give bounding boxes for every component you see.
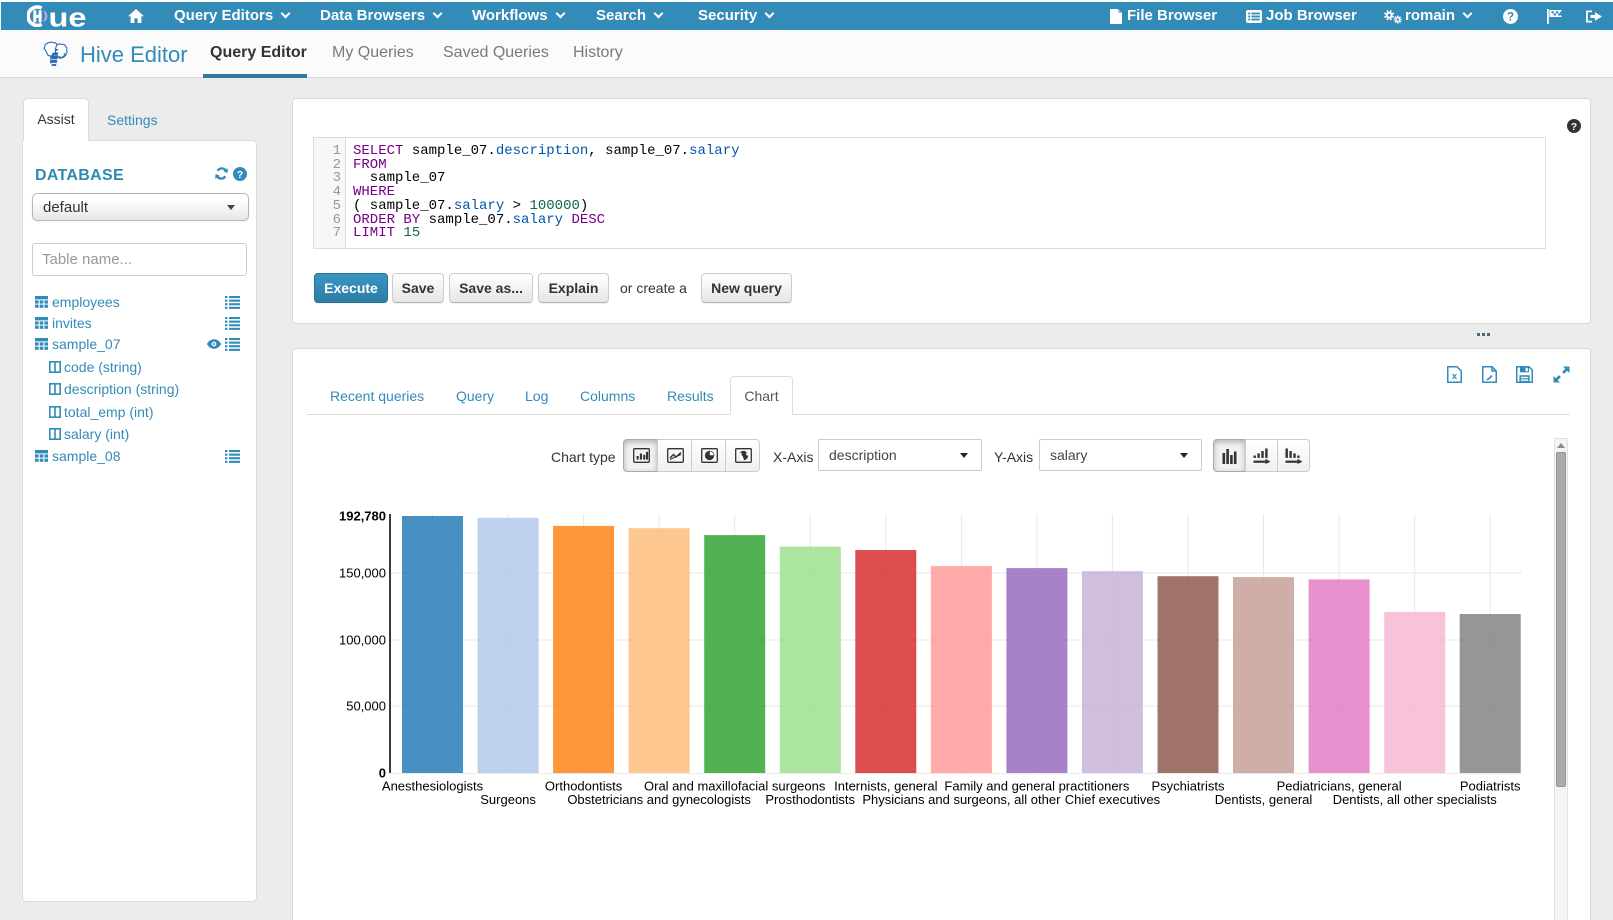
svg-text:Surgeons: Surgeons	[480, 792, 536, 807]
svg-text:192,780: 192,780	[339, 509, 386, 524]
svg-text:Obstetricians and gynecologist: Obstetricians and gynecologists	[567, 792, 751, 807]
svg-text:Physicians and surgeons, all o: Physicians and surgeons, all other	[862, 792, 1061, 807]
svg-text:Podiatrists: Podiatrists	[1460, 779, 1521, 794]
svg-text:Anesthesiologists: Anesthesiologists	[382, 779, 484, 794]
svg-text:Dentists, all other specialist: Dentists, all other specialists	[1333, 792, 1498, 807]
svg-text:50,000: 50,000	[346, 699, 386, 714]
svg-text:Dentists, general: Dentists, general	[1215, 792, 1313, 807]
svg-text:Prosthodontists: Prosthodontists	[765, 792, 855, 807]
svg-text:?: ?	[1507, 12, 1514, 24]
svg-text:ue: ue	[49, 5, 87, 27]
svg-text:Chief executives: Chief executives	[1065, 792, 1161, 807]
svg-text:?: ?	[237, 169, 243, 181]
svg-text:100,000: 100,000	[339, 633, 386, 648]
svg-text:?: ?	[1571, 121, 1577, 133]
svg-text:150,000: 150,000	[339, 566, 386, 581]
